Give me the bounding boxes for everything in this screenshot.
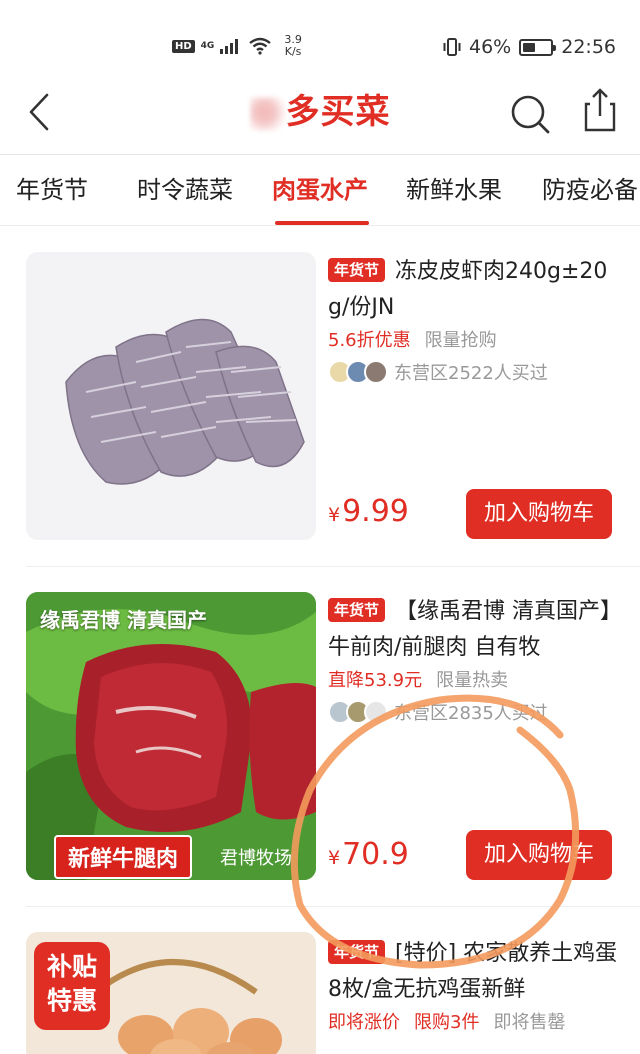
promo-row: 即将涨价 限购3件 即将售罄: [328, 1008, 624, 1038]
search-icon: [511, 95, 550, 134]
tab-epidemic-essentials[interactable]: 防疫必备: [542, 173, 638, 207]
product-image[interactable]: 补贴 特惠: [26, 932, 316, 1054]
product-image[interactable]: [26, 252, 316, 540]
discount-label: 5.6折优惠: [328, 330, 411, 351]
sellout-label: 即将售罄: [493, 1012, 566, 1033]
divider: [26, 566, 640, 567]
category-tabs: 年货节 时令蔬菜 肉蛋水产 新鲜水果 防疫必备: [0, 154, 640, 226]
buyers-row: 东营区2835人买过: [328, 696, 624, 728]
add-to-cart-button[interactable]: 加入购物车: [466, 489, 612, 539]
promo-tag: 年货节: [328, 258, 386, 282]
speed-unit: K/s: [284, 45, 302, 58]
subsidy-badge: 补贴 特惠: [34, 942, 110, 1030]
image-caption-brand: 缘禹君博 清真国产: [40, 608, 207, 632]
hot-sale-label: 限量热卖: [436, 670, 509, 691]
product-title[interactable]: 年货节 冻皮皮虾肉240g±20g/份JN: [328, 254, 624, 326]
buyers-count: 东营区2835人买过: [394, 703, 548, 724]
limited-label: 限量抢购: [424, 330, 497, 351]
product-info: 年货节 【缘禹君博 清真国产】牛前肉/前腿肉 自有牧 直降53.9元 限量热卖 东营…: [328, 594, 624, 728]
product-title[interactable]: 年货节 【缘禹君博 清真国产】牛前肉/前腿肉 自有牧: [328, 594, 624, 666]
product-price: ¥70.9: [328, 835, 409, 878]
wifi-icon: [249, 37, 272, 55]
buyers-count: 东营区2522人买过: [394, 363, 548, 384]
buyer-avatars: [328, 360, 388, 384]
battery-percent: 46%: [469, 36, 512, 58]
buyer-avatars: [328, 700, 388, 724]
image-caption-farm: 君博牧场: [220, 848, 292, 869]
tab-meat-egg-seafood[interactable]: 肉蛋水产: [272, 173, 368, 207]
product-image[interactable]: 缘禹君博 清真国产 新鲜牛腿肉 君博牧场: [26, 592, 316, 880]
status-left: HD 4G 3.9 K/s: [172, 34, 302, 58]
discount-label: 直降53.9元: [328, 670, 423, 691]
promo-row: 直降53.9元 限量热卖: [328, 666, 624, 696]
product-info: 年货节 [特价] 农家散养土鸡蛋8枚/盒无抗鸡蛋新鲜 即将涨价 限购3件 即将售罄: [328, 936, 624, 1038]
tab-new-year[interactable]: 年货节: [16, 173, 88, 207]
currency-symbol: ¥: [328, 847, 341, 869]
promo-tag: 年货节: [328, 940, 386, 964]
product-info: 年货节 冻皮皮虾肉240g±20g/份JN 5.6折优惠 限量抢购 东营区2522人…: [328, 254, 624, 388]
network-type: 4G: [200, 40, 215, 51]
search-button[interactable]: [508, 92, 552, 136]
shrimp-meat-image: [65, 318, 305, 485]
price-value: 9.99: [342, 494, 409, 529]
avatar: [364, 700, 388, 724]
price-rise-label: 即将涨价: [328, 1012, 400, 1033]
clock: 22:56: [561, 36, 616, 58]
limit-label: 限购3件: [414, 1012, 480, 1033]
tab-seasonal-veg[interactable]: 时令蔬菜: [137, 173, 233, 207]
product-title[interactable]: 年货节 [特价] 农家散养土鸡蛋8枚/盒无抗鸡蛋新鲜: [328, 936, 624, 1008]
subsidy-line-1: 补贴: [46, 952, 97, 981]
image-caption-badge: 新鲜牛腿肉: [54, 835, 193, 879]
divider: [26, 906, 640, 907]
blurred-logo-char: [249, 96, 286, 131]
vibrate-icon: [443, 38, 461, 56]
currency-symbol: ¥: [328, 504, 341, 526]
tab-fresh-fruit[interactable]: 新鲜水果: [406, 173, 502, 207]
avatar: [364, 360, 388, 384]
share-button[interactable]: [578, 86, 622, 132]
signal-icon: [220, 39, 239, 54]
page-title-text: 多买菜: [285, 92, 391, 132]
product-price: ¥9.99: [328, 492, 409, 535]
active-tab-indicator: [275, 221, 369, 225]
battery-level: [523, 42, 536, 52]
app-header: 多买菜: [0, 88, 640, 154]
network-speed: 3.9 K/s: [284, 34, 302, 58]
status-bar: HD 4G 3.9 K/s 46% 22:56: [0, 0, 640, 92]
share-icon: [584, 88, 616, 132]
battery-icon: [519, 38, 557, 56]
price-value: 70.9: [342, 837, 409, 872]
buyers-row: 东营区2522人买过: [328, 356, 624, 388]
subsidy-line-2: 特惠: [46, 986, 97, 1015]
status-right: 46% 22:56: [443, 36, 616, 58]
hd-badge: HD: [172, 39, 195, 53]
add-to-cart-button[interactable]: 加入购物车: [466, 830, 612, 880]
promo-tag: 年货节: [328, 598, 386, 622]
promo-row: 5.6折优惠 限量抢购: [328, 326, 624, 356]
